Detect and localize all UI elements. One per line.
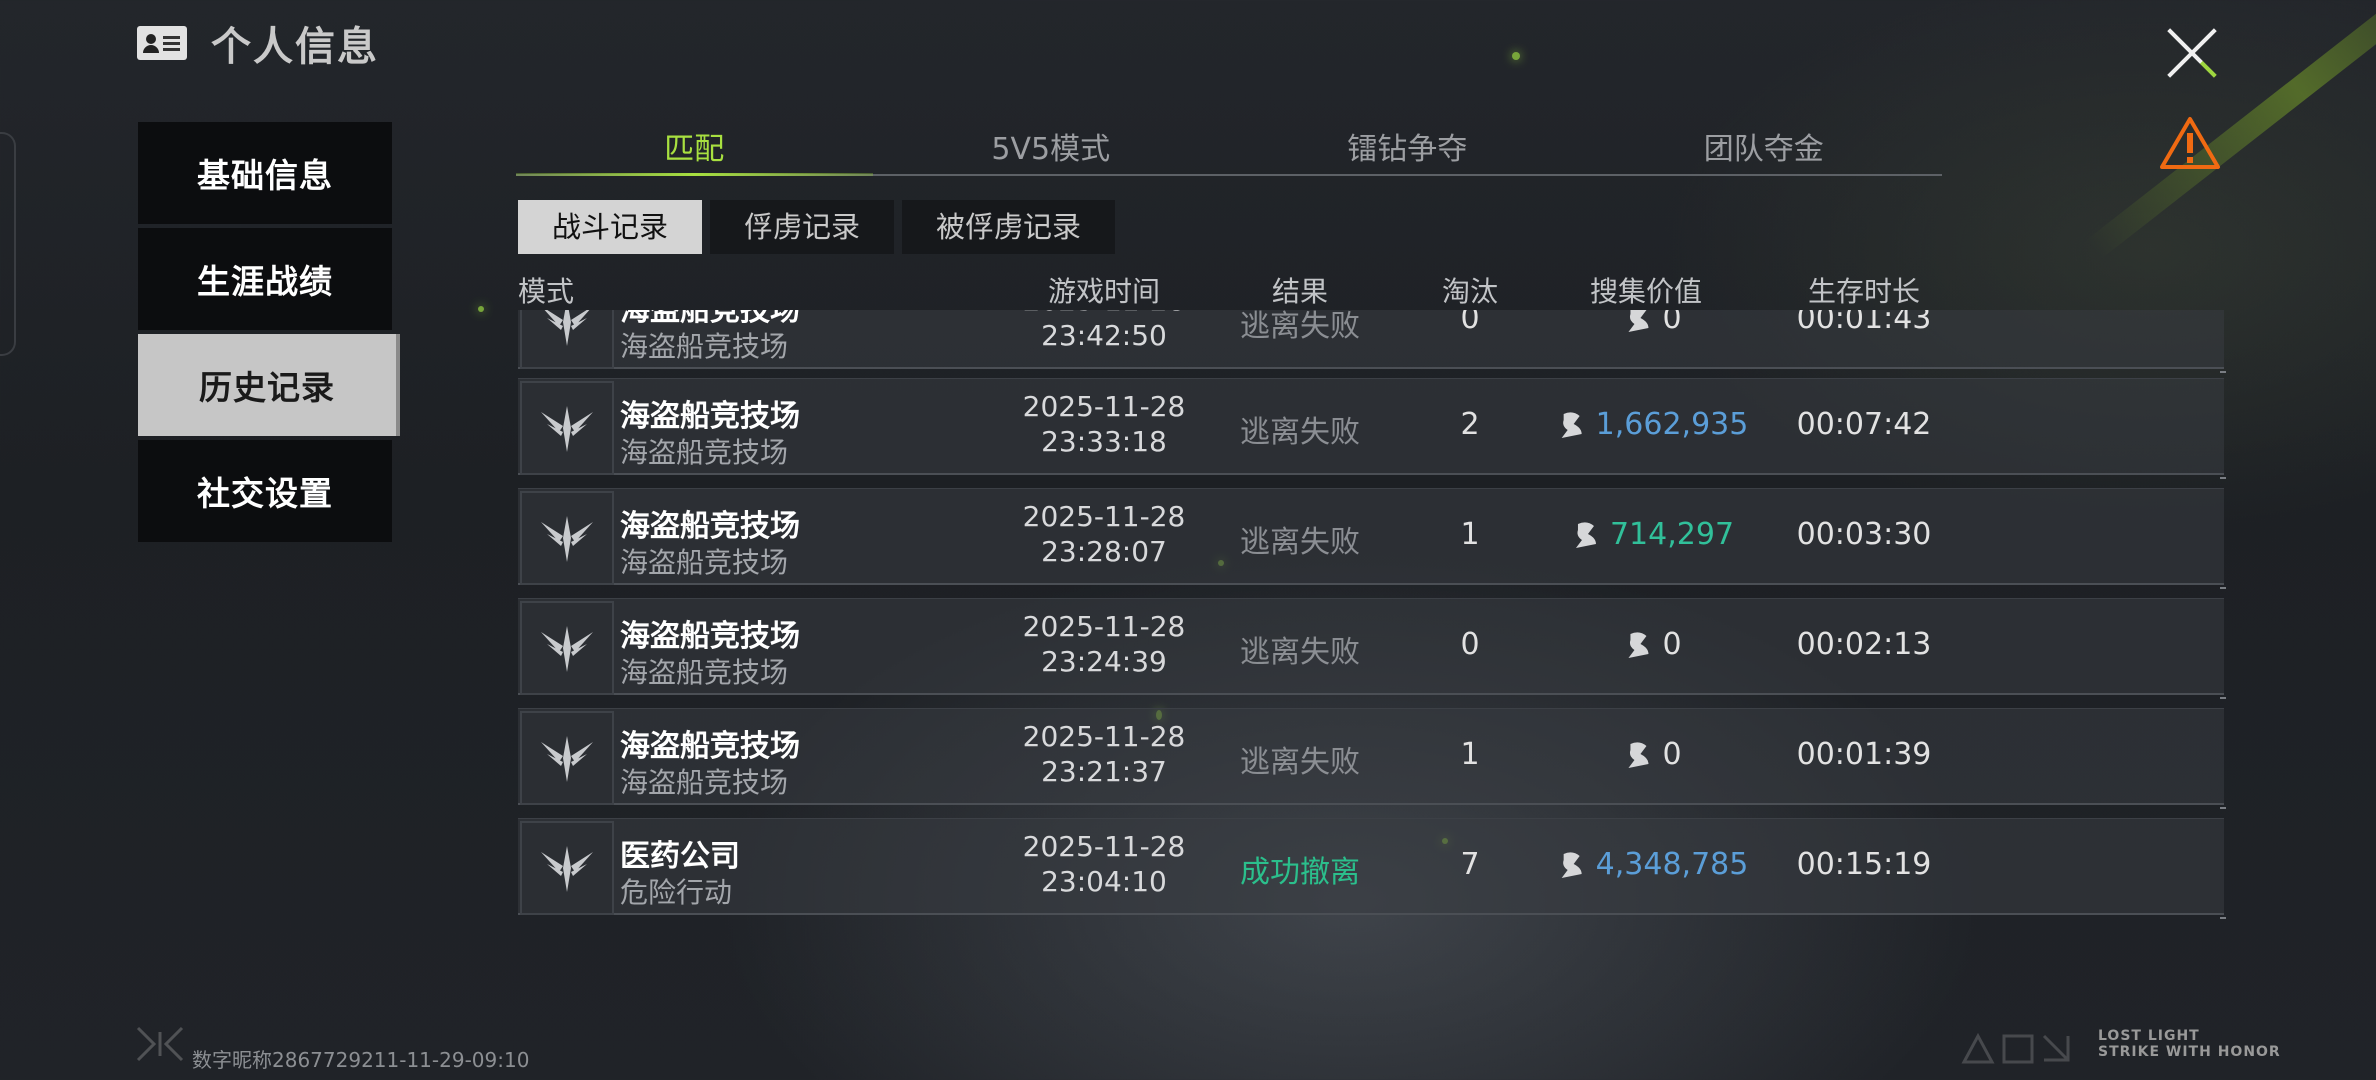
background-light-streak [2086,0,2376,260]
map-name: 海盗船竞技场 [620,399,800,434]
value-icon [1628,631,1649,658]
result-text: 成功撤离 [1240,855,1360,890]
game-time: 2025-11-28 23:04:10 [1022,830,1186,898]
page-title: 个人信息 [211,24,379,70]
table-header: 模式 游戏时间 结果 淘汰 搜集价值 生存时长 [518,270,2218,310]
survive-time: 00:02:13 [1796,627,1932,662]
map-name: 海盗船竞技场 [620,509,800,544]
column-header-survive: 生存时长 [1807,275,1921,308]
subtab-battle-records[interactable]: 战斗记录 [518,200,703,254]
collected-value: 0 [1626,737,1682,772]
id-card-icon [137,26,187,60]
collected-value: 0 [1626,627,1682,662]
map-name: 海盗船竞技场 [620,729,800,764]
kills-count: 0 [1460,627,1480,662]
brand-text: LOST LIGHT STRIKE WITH HONOR [2098,1028,2281,1060]
sidebar-item-label: 基础信息 [197,156,333,195]
column-header-value: 搜集价值 [1589,275,1703,308]
sidebar: 基础信息 生涯战绩 历史记录 社交设置 [138,122,400,546]
table-row[interactable]: 医药公司 危险行动 2025-11-28 23:04:10 成功撤离 7 4,34… [518,818,2226,919]
collected-value: 0 [1626,310,1682,336]
table-row[interactable]: 海盗船竞技场 海盗船竞技场 2025-11-28 23:21:37 逃离失败 1 … [518,708,2226,809]
background-spark [478,306,484,312]
sidebar-item-label: 社交设置 [197,474,333,513]
wing-emblem-icon [520,310,614,369]
map-name: 海盗船竞技场 [620,619,800,654]
value-icon [1628,310,1649,332]
warning-icon [2160,117,2220,169]
mode-name: 海盗船竞技场 [620,766,789,799]
survive-time: 00:07:42 [1796,407,1932,442]
wing-emblem-icon [520,711,614,805]
mode-tabs: 匹配 5V5模式 镭钻争夺 团队夺金 [516,128,1942,176]
game-time: 2025-11-28 23:21:37 [1022,720,1186,788]
background-spark [1512,52,1520,60]
table-row[interactable]: 海盗船竞技场 海盗船竞技场 2025-11-28 23:28:07 逃离失败 1 … [518,488,2226,589]
left-edge-handle[interactable] [0,132,16,356]
game-time: 2025-11-2823:42:50 [1023,310,1186,352]
subtab-capture-records[interactable]: 俘虏记录 [710,200,895,254]
watermark-logo-icon [136,1026,184,1062]
kills-count: 1 [1460,737,1480,772]
column-header-time: 游戏时间 [1047,275,1161,308]
result-text: 逃离失败 [1240,525,1360,560]
sidebar-item-history[interactable]: 历史记录 [138,334,400,436]
collected-value: 714,297 [1574,517,1734,552]
tab-match[interactable]: 匹配 [516,128,873,176]
game-time: 2025-11-28 23:28:07 [1022,500,1186,568]
collected-value: 4,348,785 [1560,847,1748,882]
tab-team-gold[interactable]: 团队夺金 [1586,128,1943,174]
table-row[interactable]: 海盗船竞技场 海盗船竞技场 2025-11-2823:42:50 逃离失败 0 … [518,310,2226,373]
record-subtabs: 战斗记录 俘虏记录 被俘虏记录 [518,200,1116,254]
report-button[interactable] [2158,115,2222,171]
sidebar-item-label: 生涯战绩 [197,262,333,301]
column-header-kills: 淘汰 [1441,275,1499,308]
mode-name: 海盗船竞技场 [620,436,789,469]
value-icon [1628,741,1649,768]
kills-count: 0 [1460,310,1480,336]
sidebar-item-social-settings[interactable]: 社交设置 [138,440,392,542]
kills-count: 1 [1460,517,1480,552]
mode-name: 海盗船竞技场 [620,330,789,363]
kills-count: 7 [1460,847,1480,882]
survive-time: 00:01:39 [1796,737,1932,772]
wing-emblem-icon [520,821,614,915]
wing-emblem-icon [520,601,614,695]
table-row[interactable]: 海盗船竞技场 海盗船竞技场 2025-11-28 23:24:39 逃离失败 0 … [518,598,2226,699]
survive-time: 00:01:43 [1796,310,1932,336]
value-icon [1575,521,1596,548]
tab-5v5[interactable]: 5V5模式 [873,128,1230,174]
wing-emblem-icon [520,491,614,585]
value-icon [1561,851,1582,878]
kills-count: 2 [1460,407,1480,442]
survive-time: 00:03:30 [1796,517,1932,552]
table-row[interactable]: 海盗船竞技场 海盗船竞技场 2025-11-28 23:33:18 逃离失败 2 … [518,378,2226,479]
sidebar-item-career-stats[interactable]: 生涯战绩 [138,228,392,330]
survive-time: 00:15:19 [1796,847,1932,882]
wing-emblem-icon [520,381,614,475]
mode-name: 危险行动 [620,876,733,909]
game-time: 2025-11-28 23:33:18 [1022,390,1186,458]
mode-name: 海盗船竞技场 [620,656,789,689]
game-time: 2025-11-28 23:24:39 [1022,610,1186,678]
subtab-captured-records[interactable]: 被俘虏记录 [902,200,1116,254]
player-watermark: 数字昵称2867729211-11-29-09:10 [192,1048,530,1072]
close-button[interactable] [2160,20,2226,86]
battle-record-list[interactable]: 海盗船竞技场 海盗船竞技场 2025-11-2823:42:50 逃离失败 0 … [518,310,2226,948]
map-name: 医药公司 [620,839,740,874]
collected-value: 1,662,935 [1560,407,1748,442]
value-icon [1561,411,1582,438]
column-header-mode: 模式 [518,275,575,308]
mode-name: 海盗船竞技场 [620,546,789,579]
result-text: 逃离失败 [1240,415,1360,450]
sidebar-item-basic-info[interactable]: 基础信息 [138,122,392,224]
result-text: 逃离失败 [1240,310,1360,344]
column-header-result: 结果 [1271,275,1329,308]
result-text: 逃离失败 [1240,745,1360,780]
sidebar-item-label: 历史记录 [199,368,335,407]
tab-diamond-contest[interactable]: 镭钻争夺 [1229,128,1586,174]
result-text: 逃离失败 [1240,635,1360,670]
page-header: 个人信息 [137,18,379,70]
